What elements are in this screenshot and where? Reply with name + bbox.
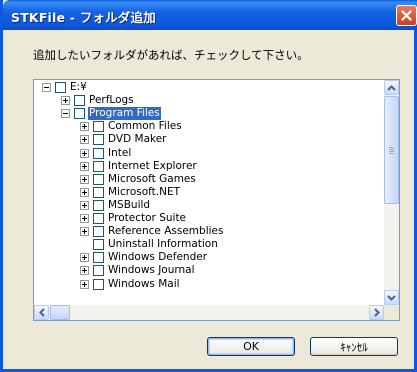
expand-icon[interactable] (80, 200, 89, 210)
folder-tree[interactable]: E:¥ PerfLogs Program Files Common Files DVD … (33, 79, 400, 321)
tree-item[interactable]: Program Files (61, 107, 161, 121)
tree-item[interactable]: Common Files (80, 120, 183, 133)
tree-item-label: MSBuild (108, 198, 151, 211)
tree-item-label: Program Files (88, 107, 161, 121)
folder-checkbox[interactable] (93, 173, 104, 185)
tree-item-label: Protector Suite (108, 212, 187, 224)
chevron-up-icon (387, 84, 396, 91)
folder-checkbox[interactable] (74, 108, 85, 120)
tree-item[interactable]: Microsoft.NET (80, 186, 181, 199)
tree-item[interactable]: Intel (80, 147, 132, 160)
tree-item[interactable]: DVD Maker (80, 133, 167, 146)
folder-checkbox[interactable] (93, 278, 104, 290)
chevron-left-icon (38, 308, 45, 317)
scroll-down-button[interactable] (384, 290, 399, 305)
tree-item-label: Uninstall Information (108, 238, 218, 251)
folder-checkbox[interactable] (93, 252, 104, 264)
tree-item[interactable]: Internet Explorer (80, 160, 198, 173)
close-icon (401, 10, 412, 21)
folder-checkbox[interactable] (93, 265, 104, 277)
expand-icon[interactable] (80, 253, 89, 263)
folder-checkbox[interactable] (93, 226, 104, 238)
tree-item-label: E:¥ (70, 81, 87, 93)
cancel-button[interactable]: ｷｬﾝｾﾙ (310, 337, 398, 356)
horizontal-scrollbar[interactable] (34, 305, 384, 320)
tree-item[interactable]: Protector Suite (80, 212, 187, 225)
tree-item[interactable]: Windows Defender (80, 251, 208, 264)
chevron-right-icon (373, 308, 380, 317)
folder-checkbox[interactable] (93, 213, 104, 224)
tree-item-label: Windows Defender (108, 251, 208, 264)
tree-item-label: Internet Explorer (108, 159, 197, 172)
tree-item[interactable]: MSBuild (80, 199, 151, 212)
folder-checkbox[interactable] (55, 82, 66, 93)
chevron-down-icon (387, 294, 396, 301)
tree-item-label: Common Files (108, 120, 182, 133)
expand-icon[interactable] (80, 227, 89, 237)
tree-item-label: Windows Journal (108, 264, 195, 277)
folder-checkbox[interactable] (74, 95, 85, 107)
title-bar[interactable]: STKFile - フォルダ追加 (3, 0, 417, 30)
scroll-left-button[interactable] (34, 305, 49, 320)
folder-checkbox[interactable] (93, 199, 104, 211)
tree-item[interactable]: Windows Journal (80, 264, 196, 277)
close-button[interactable] (396, 5, 417, 26)
tree-item[interactable]: Microsoft Games (80, 173, 197, 186)
tree-item[interactable]: Uninstall Information (80, 238, 219, 251)
tree-item[interactable]: PerfLogs (61, 94, 135, 107)
expand-icon[interactable] (80, 187, 89, 197)
tree-item-label: DVD Maker (108, 133, 167, 146)
folder-checkbox[interactable] (93, 134, 104, 146)
ok-button[interactable]: OK (207, 337, 295, 356)
expand-icon[interactable] (80, 266, 89, 276)
expand-icon[interactable] (80, 148, 89, 158)
horizontal-scroll-thumb[interactable] (50, 305, 70, 320)
tree-item[interactable]: Windows Mail (80, 278, 181, 291)
instruction-text: 追加したいフォルダがあれば、チェックして下さい。 (33, 48, 309, 62)
vertical-scroll-thumb[interactable] (384, 96, 399, 204)
expand-icon[interactable] (80, 161, 89, 171)
tree-item-label: Windows Mail (108, 277, 180, 290)
folder-checkbox[interactable] (93, 147, 104, 159)
window-title: STKFile - フォルダ追加 (11, 10, 156, 25)
expand-icon[interactable] (80, 135, 89, 145)
tree-item[interactable]: Reference Assemblies (80, 225, 224, 238)
tree-item-label: Intel (108, 146, 132, 159)
folder-checkbox[interactable] (93, 186, 104, 198)
tree-item-label: Microsoft.NET (108, 185, 181, 198)
scroll-up-button[interactable] (384, 80, 399, 95)
tree-item-label: Reference Assemblies (108, 225, 224, 238)
tree-item-label: Microsoft Games (108, 172, 196, 185)
tree-item-label: PerfLogs (89, 94, 134, 107)
expand-icon[interactable] (80, 279, 89, 289)
folder-checkbox[interactable] (93, 160, 104, 172)
expand-icon[interactable] (80, 122, 89, 132)
folder-checkbox[interactable] (93, 239, 104, 251)
expand-icon[interactable] (80, 214, 89, 223)
tree-item[interactable]: E:¥ (42, 81, 88, 94)
collapse-icon[interactable] (42, 83, 51, 92)
expand-icon[interactable] (61, 96, 70, 106)
scrollbar-corner (384, 305, 399, 320)
scroll-right-button[interactable] (369, 305, 384, 320)
collapse-icon[interactable] (61, 109, 70, 119)
expand-icon[interactable] (80, 174, 89, 184)
folder-checkbox[interactable] (93, 121, 104, 133)
